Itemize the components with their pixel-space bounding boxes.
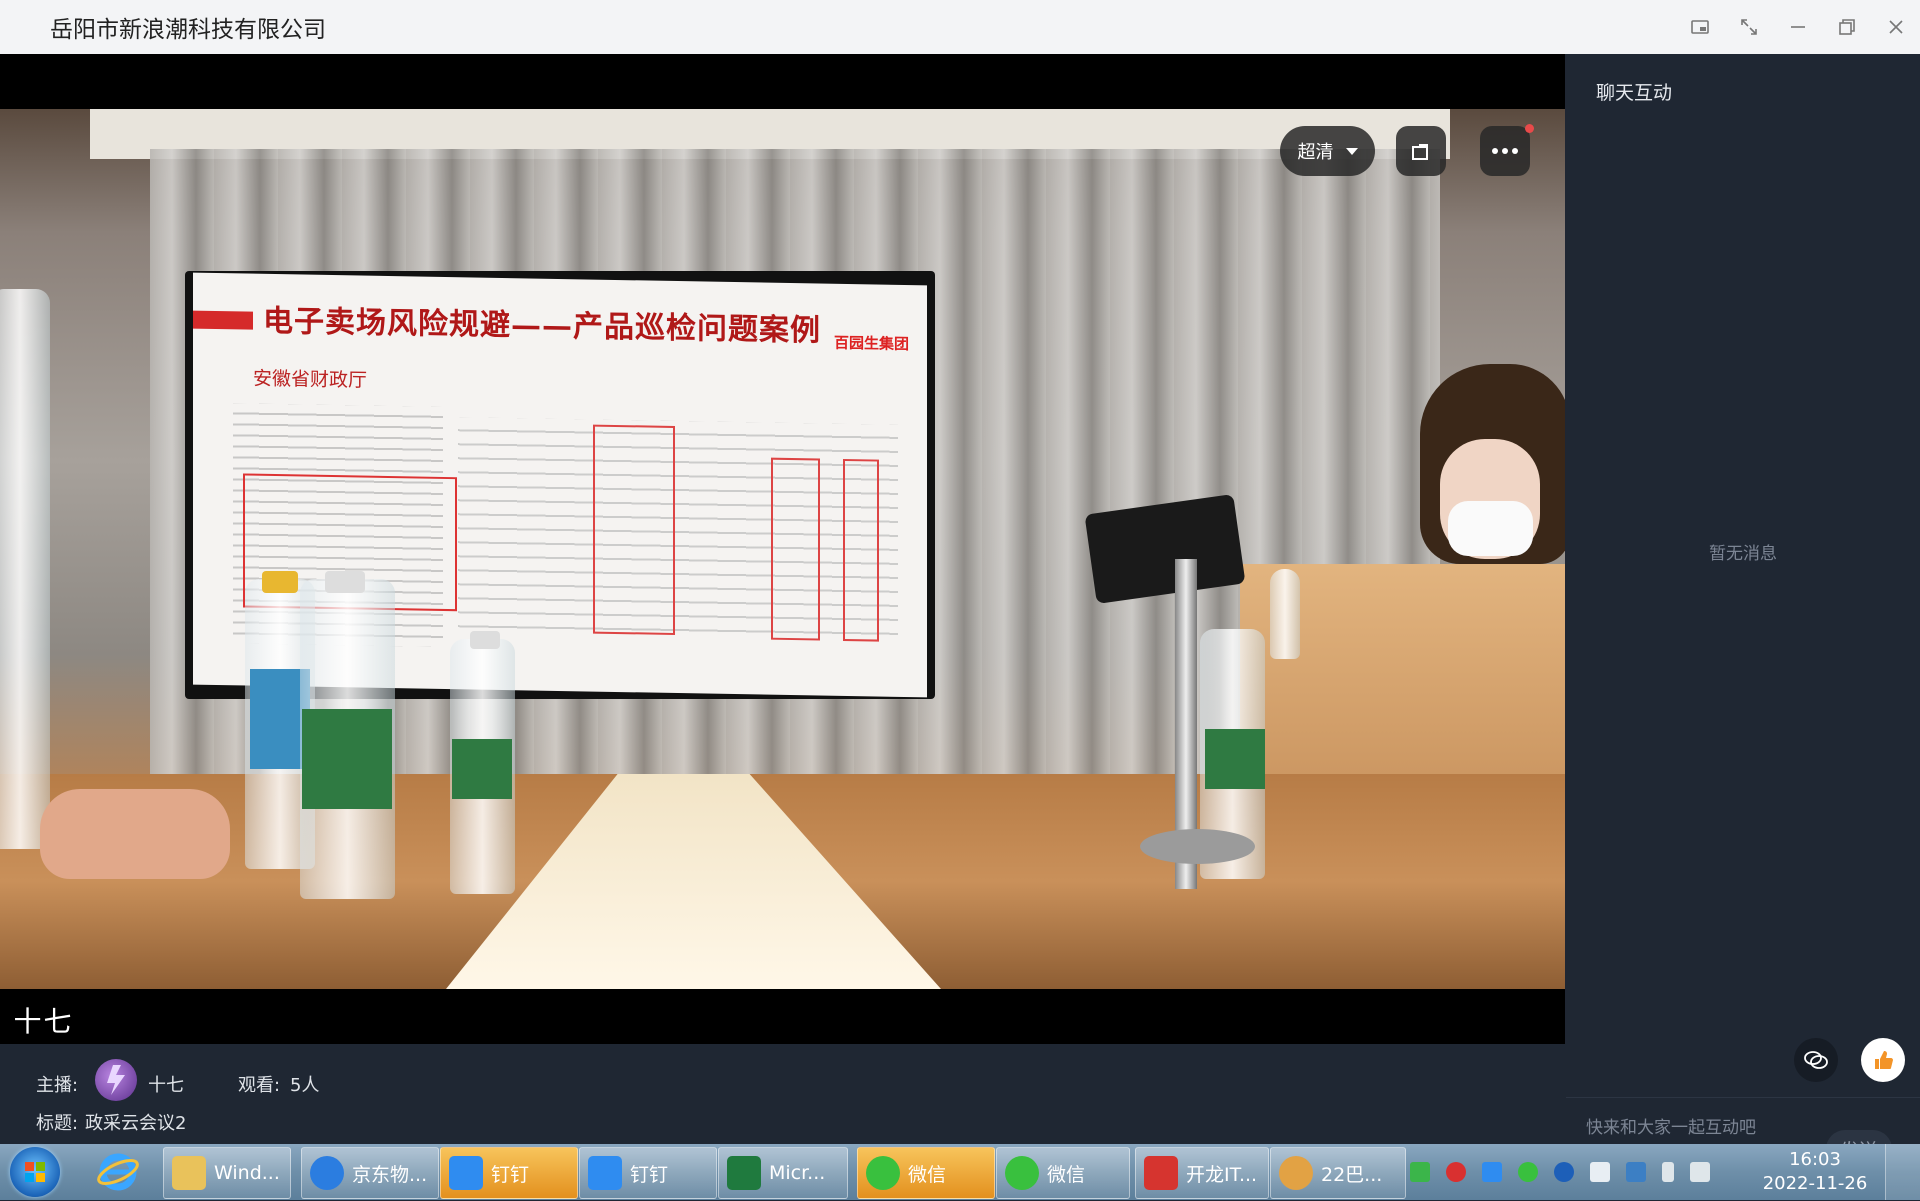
- wechat-icon: [866, 1156, 900, 1190]
- minimize-icon: [1790, 26, 1805, 28]
- topic-label: 标题:: [36, 1113, 79, 1134]
- close-button[interactable]: [1871, 0, 1920, 54]
- minimize-button[interactable]: [1773, 0, 1822, 54]
- expand-icon: [1740, 19, 1757, 35]
- host-label: 主播:: [36, 1075, 79, 1096]
- bottle-label: [452, 739, 512, 799]
- host-name: 十七: [148, 1075, 184, 1096]
- chat-bubble-button[interactable]: [1794, 1038, 1838, 1082]
- pip-icon: [1690, 20, 1709, 34]
- chevron-down-icon: [1345, 147, 1358, 155]
- host-name-tag: 十七: [6, 999, 81, 1041]
- thumbs-up-icon: [1875, 1051, 1893, 1069]
- paint-icon: [1279, 1156, 1313, 1190]
- bottle-label: [302, 709, 392, 809]
- restore-button[interactable]: [1822, 0, 1871, 54]
- taskbar-item-paint[interactable]: 22巴...: [1270, 1147, 1406, 1199]
- app-icon: [1144, 1156, 1178, 1190]
- quality-label: 超清: [1297, 142, 1334, 163]
- dingtalk-icon: [449, 1156, 483, 1190]
- slide-logo: 百园生集团: [833, 333, 909, 354]
- rotate-screen-button[interactable]: [1396, 126, 1446, 176]
- close-icon: [1888, 20, 1903, 34]
- slide-table: [458, 417, 898, 645]
- slide-highlight-column: [843, 458, 879, 642]
- taskbar-item-dingtalk[interactable]: 钉钉: [579, 1147, 717, 1199]
- taskbar-item-windows-explorer[interactable]: Wind...: [163, 1147, 291, 1199]
- pip-button[interactable]: [1675, 0, 1724, 54]
- notification-dot: [1525, 124, 1534, 133]
- like-button[interactable]: [1861, 1038, 1905, 1082]
- taskbar-item-wechat[interactable]: 微信: [857, 1147, 995, 1199]
- show-desktop-button[interactable]: [1885, 1144, 1920, 1200]
- folder-icon: [172, 1156, 206, 1190]
- chat-title: 聊天互动: [1596, 82, 1673, 104]
- slide-highlight-column: [593, 424, 675, 636]
- taskbar-item-dingtalk[interactable]: 钉钉: [440, 1147, 578, 1199]
- clock-time: 16:03: [1789, 1149, 1841, 1170]
- water-bottle: [0, 289, 50, 849]
- hand: [40, 789, 230, 879]
- chat-empty-message: 暂无消息: [1709, 544, 1777, 564]
- fullscreen-button[interactable]: [1724, 0, 1773, 54]
- avatar-image: [107, 1065, 125, 1095]
- viewers-label: 观看:: [238, 1075, 281, 1096]
- chat-bubble-icon: [1804, 1051, 1828, 1069]
- window-controls: [1675, 0, 1920, 54]
- video-frame: 电子卖场风险规避——产品巡检问题案例 百园生集团 安徽省财政厅: [0, 109, 1565, 989]
- topic-value: 政采云会议2: [85, 1113, 187, 1134]
- wechat-tray-icon[interactable]: [1518, 1162, 1538, 1182]
- video-player[interactable]: 电子卖场风险规避——产品巡检问题案例 百园生集团 安徽省财政厅 十七 超清: [0, 54, 1565, 1044]
- taskbar-item-jd[interactable]: 京东物...: [301, 1147, 439, 1199]
- bottle-cap: [262, 571, 298, 593]
- clock-date: 2022-11-26: [1762, 1173, 1868, 1194]
- volume-muted-icon[interactable]: [1690, 1162, 1710, 1182]
- chat-panel: 聊天互动 暂无消息 发送: [1566, 54, 1920, 1168]
- dingtalk-tray-icon[interactable]: [1482, 1162, 1502, 1182]
- stream-info-bar: 主播: 十七 观看: 5人 标题: 政采云会议2: [0, 1044, 1566, 1144]
- display-icon[interactable]: [1626, 1162, 1646, 1182]
- bottle-cap: [470, 631, 500, 649]
- viewers-count: 5人: [290, 1075, 320, 1096]
- chat-input[interactable]: [1584, 1112, 1818, 1144]
- microphone-base: [1140, 829, 1255, 864]
- rotate-icon: [1412, 144, 1428, 160]
- quality-dropdown[interactable]: 超清: [1280, 126, 1375, 176]
- avatar[interactable]: [95, 1059, 137, 1101]
- wechat-icon: [1005, 1156, 1039, 1190]
- bluetooth-icon[interactable]: [1554, 1162, 1574, 1182]
- bottle-label: [1205, 729, 1265, 789]
- network-icon[interactable]: [1590, 1162, 1610, 1182]
- dingtalk-icon: [588, 1156, 622, 1190]
- taskbar-clock[interactable]: 16:03 2022-11-26: [1760, 1148, 1870, 1196]
- window-title: 岳阳市新浪潮科技有限公司: [50, 17, 326, 43]
- internet-explorer-icon[interactable]: [96, 1150, 140, 1194]
- window-titlebar: 岳阳市新浪潮科技有限公司: [0, 0, 1920, 54]
- battery-icon[interactable]: [1662, 1162, 1674, 1182]
- start-button[interactable]: [10, 1147, 60, 1197]
- more-options-button[interactable]: [1480, 126, 1530, 176]
- taskbar-item-excel[interactable]: Micr...: [718, 1147, 848, 1199]
- restore-icon: [1838, 19, 1855, 35]
- jd-icon: [310, 1156, 344, 1190]
- windows-logo-icon: [25, 1162, 45, 1182]
- taskbar: Wind... 京东物... 钉钉 钉钉 Micr... 微信 微信 开龙IT.…: [0, 1144, 1920, 1200]
- slide-accent-bar: [193, 310, 253, 330]
- taskbar-item-kailong[interactable]: 开龙IT...: [1135, 1147, 1269, 1199]
- slide-highlight-column: [771, 457, 820, 641]
- more-icon: [1492, 148, 1518, 154]
- taskbar-item-wechat[interactable]: 微信: [996, 1147, 1130, 1199]
- bottle-cap: [325, 571, 365, 593]
- slide-document-title: 安徽省财政厅: [253, 367, 368, 392]
- slide-title: 电子卖场风险规避——产品巡检问题案例: [263, 303, 821, 349]
- presenter-mask: [1448, 501, 1533, 556]
- excel-icon: [727, 1156, 761, 1190]
- chat-divider: [1566, 1097, 1920, 1098]
- sogou-icon[interactable]: [1410, 1162, 1430, 1182]
- water-bottle: [1270, 569, 1300, 659]
- security-icon[interactable]: [1446, 1162, 1466, 1182]
